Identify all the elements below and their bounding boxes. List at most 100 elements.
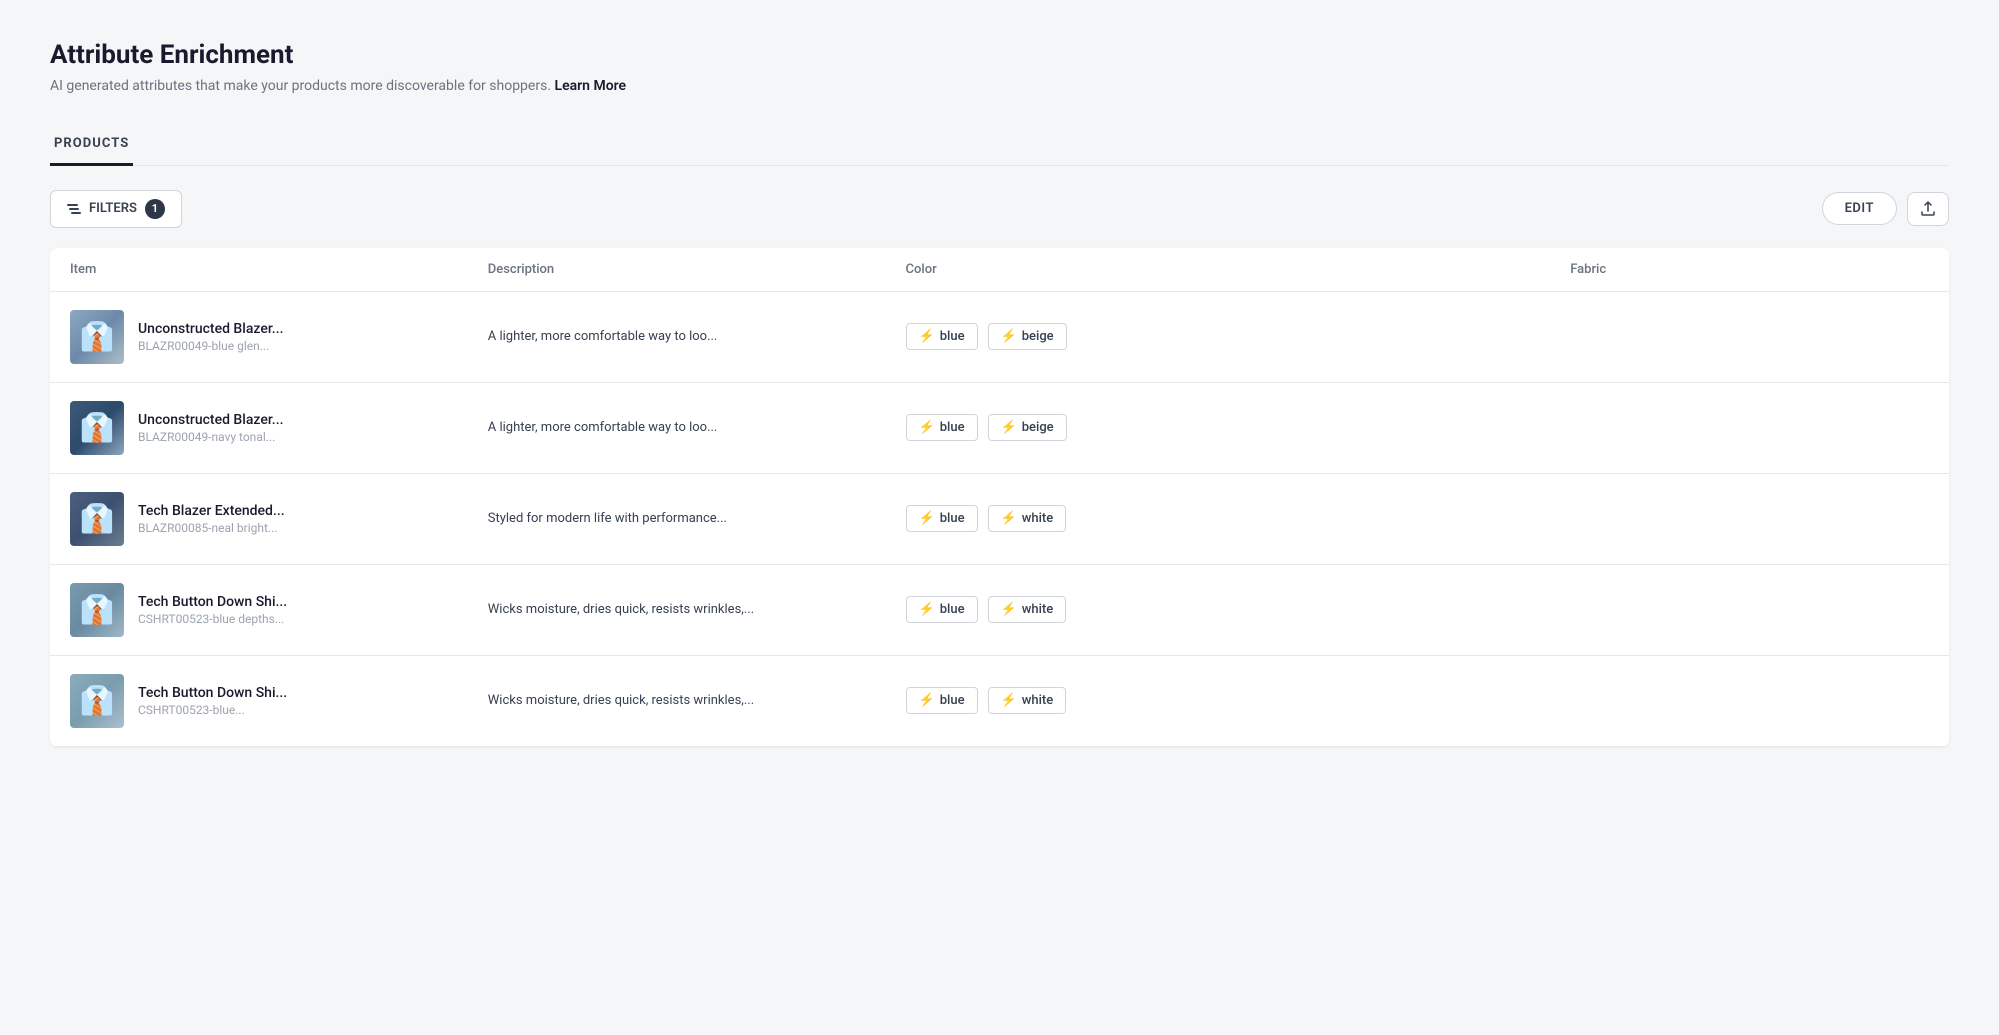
- fabric-cell: [1550, 655, 1949, 746]
- item-cell: 👔 Unconstructed Blazer... BLAZR00049-nav…: [50, 382, 468, 473]
- product-thumbnail: 👔: [70, 401, 124, 455]
- color-tag[interactable]: ⚡ blue: [906, 505, 978, 532]
- fabric-value: [1550, 319, 1949, 355]
- fabric-value: [1550, 683, 1949, 719]
- lightning-icon: ⚡: [1001, 511, 1017, 526]
- toolbar: FILTERS 1 EDIT: [50, 190, 1949, 228]
- filters-button[interactable]: FILTERS 1: [50, 190, 182, 228]
- col-header-description: Description: [468, 248, 886, 292]
- color-tag[interactable]: ⚡ white: [988, 687, 1067, 714]
- color-label: white: [1022, 693, 1053, 708]
- description-cell: Wicks moisture, dries quick, resists wri…: [468, 655, 886, 746]
- export-button[interactable]: [1907, 192, 1949, 226]
- product-info: Unconstructed Blazer... BLAZR00049-navy …: [138, 412, 283, 444]
- product-name: Unconstructed Blazer...: [138, 321, 283, 337]
- filters-badge: 1: [145, 199, 165, 219]
- color-tag[interactable]: ⚡ beige: [988, 414, 1067, 441]
- color-tag[interactable]: ⚡ beige: [988, 323, 1067, 350]
- lightning-icon: ⚡: [1001, 420, 1017, 435]
- product-description: Wicks moisture, dries quick, resists wri…: [468, 673, 886, 729]
- lightning-icon: ⚡: [919, 693, 935, 708]
- item-cell: 👔 Tech Blazer Extended... BLAZR00085-nea…: [50, 473, 468, 564]
- product-description: Wicks moisture, dries quick, resists wri…: [468, 582, 886, 638]
- products-table: Item Description Color Fabric 👔 Unconstr…: [50, 248, 1949, 747]
- color-cell: ⚡ blue ⚡ beige: [886, 382, 1551, 473]
- fabric-value: [1550, 592, 1949, 628]
- color-label: blue: [940, 602, 965, 617]
- tab-products[interactable]: PRODUCTS: [50, 124, 133, 166]
- color-tag[interactable]: ⚡ white: [988, 505, 1067, 532]
- item-cell: 👔 Unconstructed Blazer... BLAZR00049-blu…: [50, 291, 468, 382]
- toolbar-right: EDIT: [1822, 192, 1949, 226]
- lightning-icon: ⚡: [919, 602, 935, 617]
- color-label: blue: [940, 329, 965, 344]
- lightning-icon: ⚡: [1001, 693, 1017, 708]
- color-label: white: [1022, 511, 1053, 526]
- color-cell: ⚡ blue ⚡ beige: [886, 291, 1551, 382]
- color-label: white: [1022, 602, 1053, 617]
- fabric-cell: [1550, 382, 1949, 473]
- fabric-cell: [1550, 291, 1949, 382]
- product-description: A lighter, more comfortable way to loo..…: [468, 309, 886, 365]
- product-sku: BLAZR00049-navy tonal...: [138, 430, 283, 444]
- color-tag[interactable]: ⚡ blue: [906, 596, 978, 623]
- product-image: 👔: [80, 593, 115, 626]
- product-info: Tech Blazer Extended... BLAZR00085-neal …: [138, 503, 285, 535]
- product-image: 👔: [80, 411, 115, 444]
- product-thumbnail: 👔: [70, 583, 124, 637]
- filter-icon: [67, 204, 81, 214]
- tabs: PRODUCTS: [50, 124, 1949, 166]
- product-thumbnail: 👔: [70, 674, 124, 728]
- color-label: blue: [940, 420, 965, 435]
- product-info: Tech Button Down Shi... CSHRT00523-blue.…: [138, 685, 287, 717]
- description-cell: A lighter, more comfortable way to loo..…: [468, 291, 886, 382]
- description-cell: A lighter, more comfortable way to loo..…: [468, 382, 886, 473]
- fabric-cell: [1550, 473, 1949, 564]
- description-cell: Styled for modern life with performance.…: [468, 473, 886, 564]
- color-cell: ⚡ blue ⚡ white: [886, 655, 1551, 746]
- table-row: 👔 Unconstructed Blazer... BLAZR00049-blu…: [50, 291, 1949, 382]
- page-header: Attribute Enrichment AI generated attrib…: [50, 40, 1949, 94]
- description-cell: Wicks moisture, dries quick, resists wri…: [468, 564, 886, 655]
- product-name: Tech Button Down Shi...: [138, 685, 287, 701]
- fabric-value: [1550, 410, 1949, 446]
- lightning-icon: ⚡: [919, 329, 935, 344]
- table-row: 👔 Tech Button Down Shi... CSHRT00523-blu…: [50, 564, 1949, 655]
- color-cell: ⚡ blue ⚡ white: [886, 473, 1551, 564]
- fabric-cell: [1550, 564, 1949, 655]
- table-row: 👔 Tech Blazer Extended... BLAZR00085-nea…: [50, 473, 1949, 564]
- filters-label: FILTERS: [89, 201, 137, 216]
- color-tag[interactable]: ⚡ blue: [906, 687, 978, 714]
- product-thumbnail: 👔: [70, 310, 124, 364]
- product-description: Styled for modern life with performance.…: [468, 491, 886, 547]
- product-description: A lighter, more comfortable way to loo..…: [468, 400, 886, 456]
- color-cell: ⚡ blue ⚡ white: [886, 564, 1551, 655]
- color-label: blue: [940, 693, 965, 708]
- product-sku: BLAZR00049-blue glen...: [138, 339, 283, 353]
- product-info: Unconstructed Blazer... BLAZR00049-blue …: [138, 321, 283, 353]
- item-cell: 👔 Tech Button Down Shi... CSHRT00523-blu…: [50, 564, 468, 655]
- product-image: 👔: [80, 502, 115, 535]
- color-tag[interactable]: ⚡ white: [988, 596, 1067, 623]
- product-sku: BLAZR00085-neal bright...: [138, 521, 285, 535]
- color-tag[interactable]: ⚡ blue: [906, 323, 978, 350]
- product-image: 👔: [80, 320, 115, 353]
- table-row: 👔 Tech Button Down Shi... CSHRT00523-blu…: [50, 655, 1949, 746]
- fabric-value: [1550, 501, 1949, 537]
- lightning-icon: ⚡: [1001, 602, 1017, 617]
- lightning-icon: ⚡: [919, 511, 935, 526]
- item-cell: 👔 Tech Button Down Shi... CSHRT00523-blu…: [50, 655, 468, 746]
- product-name: Unconstructed Blazer...: [138, 412, 283, 428]
- col-header-item: Item: [50, 248, 468, 292]
- table-body: 👔 Unconstructed Blazer... BLAZR00049-blu…: [50, 291, 1949, 746]
- table-header: Item Description Color Fabric: [50, 248, 1949, 292]
- learn-more-link[interactable]: Learn More: [555, 78, 627, 94]
- page-subtitle: AI generated attributes that make your p…: [50, 78, 1949, 94]
- export-icon: [1920, 201, 1936, 217]
- page-title: Attribute Enrichment: [50, 40, 1949, 70]
- product-thumbnail: 👔: [70, 492, 124, 546]
- color-tag[interactable]: ⚡ blue: [906, 414, 978, 441]
- lightning-icon: ⚡: [919, 420, 935, 435]
- col-header-fabric: Fabric: [1550, 248, 1949, 292]
- edit-button[interactable]: EDIT: [1822, 192, 1897, 225]
